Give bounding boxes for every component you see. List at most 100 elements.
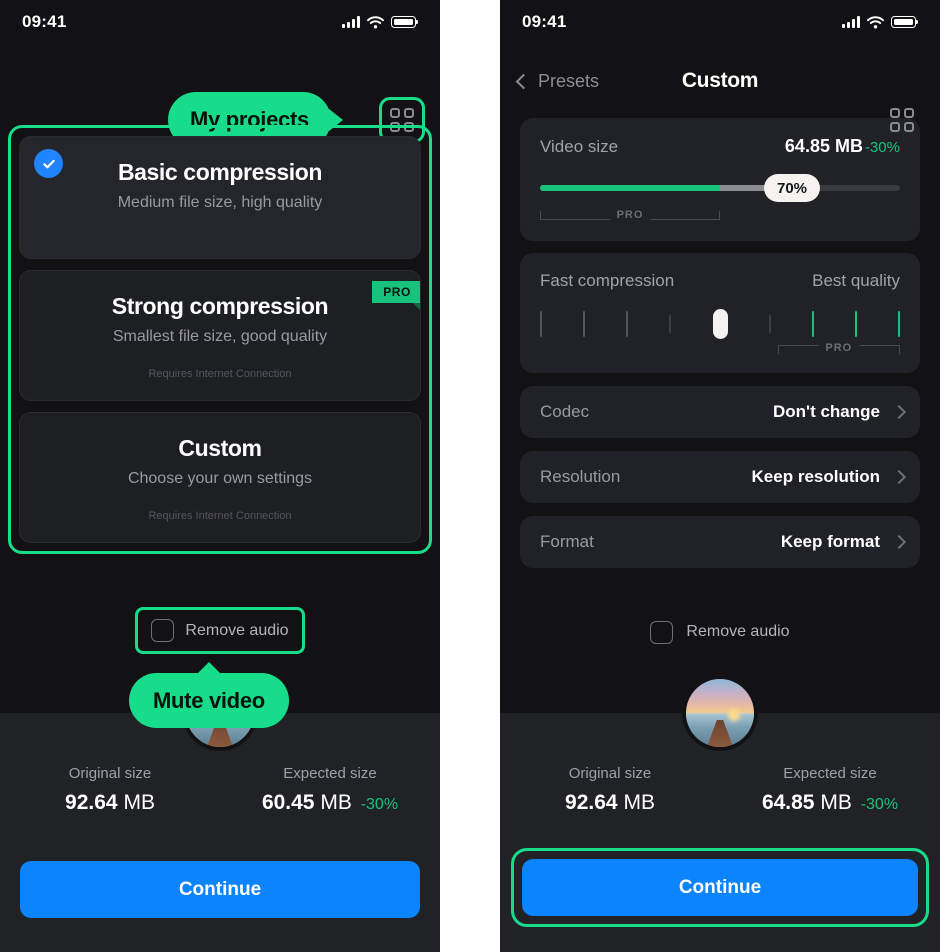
- chevron-right-icon: [891, 404, 907, 420]
- preset-card-basic[interactable]: Basic compression Medium file size, high…: [19, 136, 421, 259]
- continue-button[interactable]: Continue: [522, 859, 918, 916]
- original-size-value: 92.64 MB: [0, 791, 220, 815]
- original-size-block: Original size 92.64 MB: [0, 765, 220, 815]
- battery-icon: [391, 16, 419, 28]
- remove-audio-row[interactable]: Remove audio: [500, 612, 940, 652]
- preset-card-strong[interactable]: PRO Strong compression Smallest file siz…: [19, 270, 421, 401]
- video-size-slider[interactable]: 70%: [540, 174, 900, 202]
- quality-slider-thumb[interactable]: [712, 309, 728, 339]
- continue-button[interactable]: Continue: [20, 861, 420, 918]
- size-summary: Original size 92.64 MB Expected size 60.…: [0, 765, 440, 815]
- status-icons: [342, 15, 419, 29]
- screenshot-stage: 09:41 My projects Basic compression Medi…: [0, 0, 940, 952]
- battery-icon: [891, 16, 919, 28]
- expected-size-block: Expected size 64.85 MB -30%: [720, 765, 940, 815]
- back-button-label: Presets: [538, 70, 600, 91]
- cellular-signal-icon: [342, 16, 360, 28]
- option-value: Keep resolution: [751, 467, 880, 486]
- status-icons: [842, 15, 919, 29]
- remove-audio-row[interactable]: Remove audio: [135, 607, 305, 654]
- slider-thumb[interactable]: 70%: [764, 174, 820, 202]
- quality-header: Fast compression Best quality: [540, 271, 900, 291]
- size-summary: Original size 92.64 MB Expected size 64.…: [500, 765, 940, 815]
- remove-audio-label: Remove audio: [185, 621, 289, 639]
- quality-tick-pro: [854, 311, 857, 337]
- option-row-format[interactable]: Format Keep format: [520, 516, 920, 568]
- phone-screen-custom: 09:41 Presets Custom Video size 64.85 MB…: [500, 0, 940, 952]
- expected-size-number: 64.85: [761, 791, 815, 814]
- original-size-label: Original size: [68, 765, 152, 782]
- preset-note: Requires Internet Connection: [148, 368, 292, 380]
- video-size-pro-range: PRO: [540, 209, 720, 225]
- status-bar-left: 09:41: [0, 0, 440, 44]
- pro-range-label: PRO: [609, 209, 651, 221]
- option-label: Codec: [540, 402, 590, 421]
- remove-audio-checkbox[interactable]: [650, 620, 674, 644]
- grid-view-icon: [890, 108, 914, 132]
- preset-card-custom[interactable]: Custom Choose your own settings Requires…: [19, 412, 421, 543]
- quality-pro-range: PRO: [777, 342, 900, 359]
- preset-title: Basic compression: [117, 159, 323, 185]
- expected-size-unit: MB: [820, 791, 852, 814]
- preset-subtitle: Medium file size, high quality: [117, 194, 323, 211]
- original-size-value: 92.64 MB: [500, 791, 720, 815]
- expected-size-label: Expected size: [783, 765, 877, 782]
- chevron-right-icon: [891, 469, 907, 485]
- preset-title: Custom: [178, 435, 262, 461]
- continue-button-wrap: Continue: [511, 848, 929, 927]
- option-value: Don't change: [773, 402, 880, 421]
- video-size-label: Video size: [540, 137, 619, 156]
- preset-list-highlight: Basic compression Medium file size, high…: [8, 125, 432, 554]
- checkmark-icon: [34, 149, 63, 178]
- option-value: Keep format: [780, 532, 880, 551]
- left-header: My projects: [0, 44, 440, 148]
- quality-tick: [583, 311, 586, 337]
- bottom-summary-bar-right: Original size 92.64 MB Expected size 64.…: [500, 675, 940, 952]
- chevron-right-icon: [891, 534, 907, 550]
- original-size-number: 92.64: [65, 791, 118, 814]
- continue-button-wrap: Continue: [20, 861, 420, 918]
- settings-body: Video size 64.85 MB -30% 70% PRO Fast co…: [500, 118, 940, 568]
- option-row-codec[interactable]: Codec Don't change: [520, 386, 920, 438]
- status-bar-right: 09:41: [500, 0, 940, 44]
- quality-tick: [626, 311, 629, 337]
- quality-card: Fast compression Best quality PRO: [520, 253, 920, 373]
- video-size-header: Video size 64.85 MB -30%: [540, 136, 900, 157]
- status-time: 09:41: [522, 12, 567, 31]
- expected-size-value: 60.45 MB -30%: [220, 791, 440, 815]
- quality-tick-pro: [811, 311, 814, 337]
- wifi-icon: [367, 15, 384, 28]
- video-size-number: 64.85 MB: [784, 136, 863, 156]
- phone-screen-presets: 09:41 My projects Basic compression Medi…: [0, 0, 440, 952]
- fast-compression-label: Fast compression: [540, 271, 675, 290]
- original-size-unit: MB: [123, 791, 155, 814]
- pro-range-label: PRO: [818, 342, 860, 354]
- quality-tick: [540, 311, 542, 337]
- option-row-resolution[interactable]: Resolution Keep resolution: [520, 451, 920, 503]
- quality-tick-pro: [898, 311, 900, 337]
- preset-subtitle: Smallest file size, good quality: [112, 328, 328, 345]
- expected-size-unit: MB: [320, 791, 352, 814]
- original-size-number: 92.64: [565, 791, 618, 814]
- callout-mute-video: Mute video: [129, 673, 289, 728]
- back-button[interactable]: Presets: [515, 70, 600, 92]
- preset-subtitle: Choose your own settings: [127, 470, 313, 487]
- expected-size-block: Expected size 60.45 MB -30%: [220, 765, 440, 815]
- original-size-unit: MB: [623, 791, 655, 814]
- quality-tick: [669, 315, 672, 333]
- option-label: Resolution: [540, 467, 621, 486]
- status-time: 09:41: [22, 12, 67, 31]
- cellular-signal-icon: [842, 16, 860, 28]
- quality-tick: [768, 315, 771, 333]
- quality-slider[interactable]: [540, 307, 900, 341]
- expected-size-label: Expected size: [283, 765, 377, 782]
- remove-audio-checkbox[interactable]: [151, 619, 175, 642]
- expected-size-value: 64.85 MB -30%: [720, 791, 940, 815]
- original-size-label: Original size: [568, 765, 652, 782]
- grid-view-button[interactable]: [879, 97, 925, 143]
- bottom-summary-bar-left: Original size 92.64 MB Expected size 60.…: [0, 675, 440, 952]
- video-thumbnail[interactable]: [682, 675, 758, 751]
- wifi-icon: [867, 15, 884, 28]
- best-quality-label: Best quality: [812, 271, 900, 290]
- original-size-block: Original size 92.64 MB: [500, 765, 720, 815]
